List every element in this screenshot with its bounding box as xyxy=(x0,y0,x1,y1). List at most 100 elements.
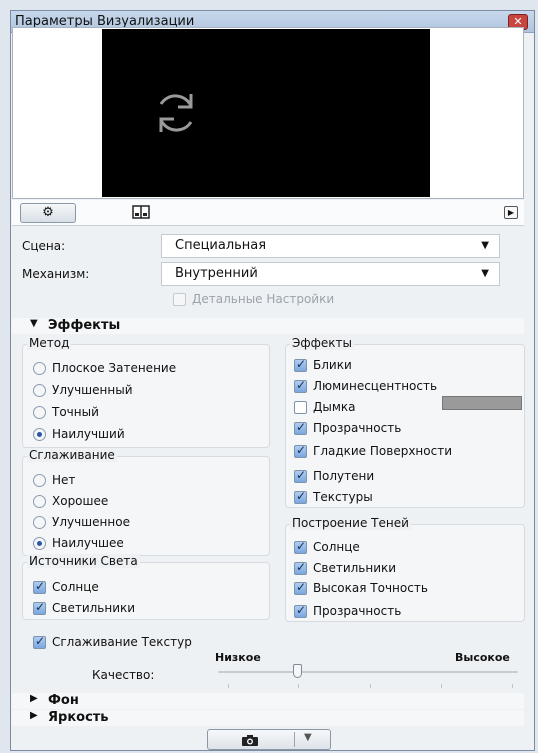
slider-tick xyxy=(298,684,299,688)
shadow-high-precision-checkbox[interactable]: Высокая Точность xyxy=(294,580,428,595)
play-icon: ▶ xyxy=(507,208,515,217)
camera-icon xyxy=(242,735,258,746)
shadow-label: Высокая Точность xyxy=(313,581,428,595)
radio xyxy=(33,384,46,397)
checkbox xyxy=(294,357,307,372)
button-separator xyxy=(294,732,295,747)
method-option-label: Плоское Затенение xyxy=(52,361,177,375)
slider-tick xyxy=(441,684,442,688)
checkbox xyxy=(33,579,46,594)
effect-label: Блики xyxy=(313,358,352,372)
brightness-section-title: Яркость xyxy=(48,710,109,725)
shadow-sun-checkbox[interactable]: Солнце xyxy=(294,539,360,554)
radio xyxy=(33,495,46,508)
refresh-icon[interactable] xyxy=(147,84,205,142)
effect-label: Полутени xyxy=(313,469,375,483)
effect-haze-checkbox[interactable]: Дымка xyxy=(294,400,356,414)
quality-slider-track[interactable] xyxy=(218,671,518,673)
split-view-icon xyxy=(132,205,150,219)
effect-glare-checkbox[interactable]: Блики xyxy=(294,357,352,372)
shadow-label: Солнце xyxy=(313,540,360,554)
light-sources-title: Источники Света xyxy=(27,554,140,568)
shadows-title: Построение Теней xyxy=(290,516,411,530)
checkbox xyxy=(294,378,307,393)
checkbox xyxy=(294,401,307,414)
settings-tab[interactable]: ⚙ xyxy=(20,203,76,223)
effect-luminescence-checkbox[interactable]: Люминесцентность xyxy=(294,378,438,393)
shadow-transparency-checkbox[interactable]: Прозрачность xyxy=(294,603,402,618)
quality-low-label: Низкое xyxy=(215,651,261,664)
method-option-best[interactable]: Наилучший xyxy=(33,427,125,441)
effects-title: Эффекты xyxy=(290,336,354,350)
effect-label: Люминесцентность xyxy=(313,379,438,393)
checkbox xyxy=(33,600,46,615)
antialias-option-best[interactable]: Наилучшее xyxy=(33,536,124,550)
shadow-label: Прозрачность xyxy=(313,604,402,618)
detailed-settings-label: Детальные Настройки xyxy=(192,292,335,306)
haze-color-swatch[interactable] xyxy=(442,396,522,410)
light-sun-checkbox[interactable]: Солнце xyxy=(33,579,99,594)
slider-tick xyxy=(370,684,371,688)
antialias-option-none[interactable]: Нет xyxy=(33,473,75,487)
checkbox xyxy=(33,634,46,649)
effect-textures-checkbox[interactable]: Текстуры xyxy=(294,489,373,504)
method-option-label: Наилучший xyxy=(52,427,125,441)
effect-penumbra-checkbox[interactable]: Полутени xyxy=(294,468,375,483)
engine-value: Внутренний xyxy=(175,266,258,281)
antialias-option-label: Нет xyxy=(52,473,76,487)
light-lamps-checkbox[interactable]: Светильники xyxy=(33,600,136,615)
method-option-improved[interactable]: Улучшенный xyxy=(33,383,133,397)
texture-smoothing-checkbox[interactable]: Сглаживание Текстур xyxy=(33,634,192,649)
quality-slider-thumb[interactable] xyxy=(293,664,302,678)
checkbox xyxy=(294,420,307,435)
effect-label: Текстуры xyxy=(313,490,373,504)
slider-tick xyxy=(228,684,229,688)
checkbox xyxy=(173,293,186,306)
effect-smooth-surfaces-checkbox[interactable]: Гладкие Поверхности xyxy=(294,443,452,458)
antialias-option-label: Улучшенное xyxy=(52,515,130,529)
triangle-right-icon: ▶ xyxy=(30,710,38,721)
method-option-label: Улучшенный xyxy=(52,383,133,397)
triangle-right-icon: ▶ xyxy=(30,693,38,704)
effects-section-title: Эффекты xyxy=(48,318,121,333)
checkbox xyxy=(294,443,307,458)
play-button[interactable]: ▶ xyxy=(504,206,518,219)
chevron-down-icon: ▼ xyxy=(481,268,489,279)
radio xyxy=(33,516,46,529)
detailed-settings-checkbox[interactable]: Детальные Настройки xyxy=(173,292,334,306)
texture-smoothing-label: Сглаживание Текстур xyxy=(52,635,192,649)
effects-section-header[interactable]: ▼ Эффекты xyxy=(12,318,524,334)
engine-select[interactable]: Внутренний ▼ xyxy=(161,262,500,286)
render-button[interactable]: ▼ xyxy=(207,729,331,750)
quality-high-label: Высокое xyxy=(455,651,510,664)
shadow-lamps-checkbox[interactable]: Светильники xyxy=(294,560,397,575)
quality-label: Качество: xyxy=(92,668,155,682)
checkbox xyxy=(294,603,307,618)
layout-tab[interactable] xyxy=(132,205,152,221)
method-option-precise[interactable]: Точный xyxy=(33,405,99,419)
radio xyxy=(33,428,46,441)
scene-select[interactable]: Специальная ▼ xyxy=(161,234,500,258)
light-sun-label: Солнце xyxy=(52,580,99,594)
checkbox xyxy=(294,560,307,575)
shadow-label: Светильники xyxy=(313,561,397,575)
antialias-option-label: Наилучшее xyxy=(52,536,124,550)
effect-transparency-checkbox[interactable]: Прозрачность xyxy=(294,420,401,435)
background-section-title: Фон xyxy=(48,693,79,708)
radio xyxy=(33,474,46,487)
engine-label: Механизм: xyxy=(22,267,90,281)
background-section-header[interactable]: ▶ Фон xyxy=(12,693,524,709)
light-lamps-label: Светильники xyxy=(52,601,136,615)
chevron-down-icon[interactable]: ▼ xyxy=(304,732,312,743)
antialias-option-label: Хорошее xyxy=(52,494,109,508)
antialias-title: Сглаживание xyxy=(27,448,117,462)
method-option-flat[interactable]: Плоское Затенение xyxy=(33,361,176,375)
antialias-option-improved[interactable]: Улучшенное xyxy=(33,515,130,529)
checkbox xyxy=(294,489,307,504)
radio xyxy=(33,362,46,375)
chevron-down-icon: ▼ xyxy=(481,240,489,251)
brightness-section-header[interactable]: ▶ Яркость xyxy=(12,710,524,726)
view-tabs: ⚙ ▶ xyxy=(12,200,524,226)
checkbox xyxy=(294,580,307,595)
antialias-option-good[interactable]: Хорошее xyxy=(33,494,108,508)
